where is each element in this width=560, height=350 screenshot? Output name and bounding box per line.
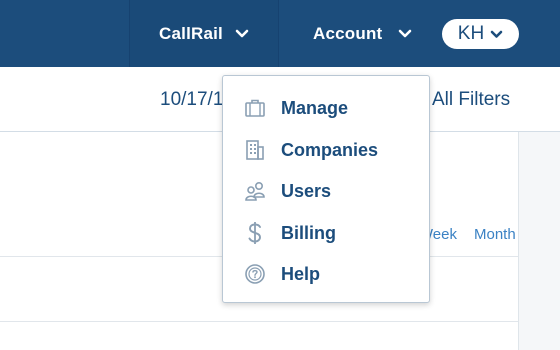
account-menu-toggle[interactable]: Account <box>313 0 412 67</box>
dollar-icon <box>243 221 267 245</box>
account-menu-label: Account <box>313 23 383 43</box>
top-navigation-bar: CallRail Account KH <box>0 0 560 67</box>
chevron-down-icon <box>398 24 412 44</box>
all-filters-button[interactable]: All Filters <box>432 89 510 111</box>
users-icon <box>243 179 267 203</box>
user-initials: KH <box>457 23 485 44</box>
company-switcher[interactable]: CallRail <box>129 0 279 67</box>
menu-item-help[interactable]: Help <box>223 255 429 293</box>
help-icon <box>243 262 267 286</box>
user-avatar-menu[interactable]: KH <box>442 19 519 49</box>
briefcase-icon <box>243 96 267 120</box>
menu-item-companies[interactable]: Companies <box>223 131 429 169</box>
building-icon <box>243 138 267 162</box>
menu-item-manage[interactable]: Manage <box>223 89 429 127</box>
company-switcher-label: CallRail <box>159 23 223 43</box>
menu-item-billing[interactable]: Billing <box>223 214 429 252</box>
menu-item-label: Manage <box>281 97 349 118</box>
timeframe-tab-month[interactable]: Month <box>474 226 516 243</box>
menu-item-label: Billing <box>281 222 336 243</box>
chevron-down-icon <box>490 23 503 45</box>
chevron-down-icon <box>235 24 249 44</box>
menu-item-label: Users <box>281 180 332 201</box>
divider <box>0 321 518 322</box>
menu-item-label: Companies <box>281 139 379 160</box>
date-range-picker[interactable]: 10/17/1 <box>160 89 224 111</box>
menu-item-label: Help <box>281 263 321 284</box>
account-dropdown-menu: Manage Companies Users Billing Help <box>222 75 430 303</box>
menu-item-users[interactable]: Users <box>223 172 429 210</box>
